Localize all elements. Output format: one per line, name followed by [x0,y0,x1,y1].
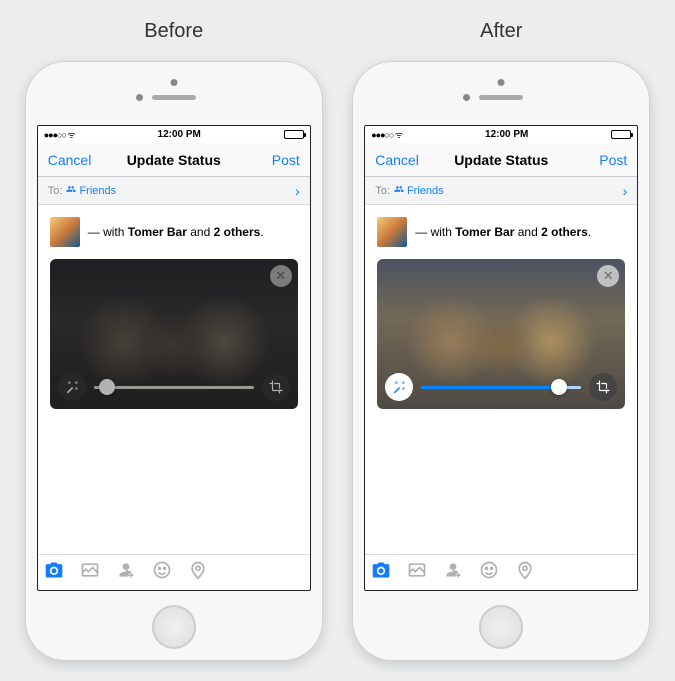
phone-camera-dot [498,79,505,86]
tag-text: — with Tomer Bar and 2 others. [415,225,591,239]
slider-thumb[interactable] [99,379,115,395]
after-column: After ●●●○○ ᯤ 12:00 PM Cancel Update Sta… [352,20,650,661]
signal-icon: ●●●○○ ᯤ [44,128,75,141]
close-icon: ✕ [603,268,614,284]
magic-enhance-button[interactable] [58,373,86,401]
audience-value: Friends [407,185,444,197]
crop-icon [269,380,283,394]
composer-area[interactable]: — with Tomer Bar and 2 others. ✕ [365,205,637,554]
enhance-slider[interactable] [421,386,581,389]
chevron-right-icon: › [295,183,300,199]
crop-button[interactable] [262,373,290,401]
slider-fill [421,386,559,389]
crop-icon [596,380,610,394]
status-time: 12:00 PM [158,129,201,140]
phone-speaker [152,95,196,100]
post-button[interactable]: Post [581,152,627,168]
remove-photo-button[interactable]: ✕ [270,265,292,287]
tag-text: — with Tomer Bar and 2 others. [88,225,264,239]
nav-bar: Cancel Update Status Post [365,143,637,177]
audience-value: Friends [79,185,116,197]
cancel-button[interactable]: Cancel [48,152,94,168]
phone-frame-after: ●●●○○ ᯤ 12:00 PM Cancel Update Status Po… [352,61,650,661]
composer-area[interactable]: — with Tomer Bar and 2 others. ✕ [38,205,310,554]
feeling-icon[interactable] [479,560,499,585]
photo-attachment[interactable]: ✕ [377,259,625,409]
location-icon[interactable] [515,560,535,585]
nav-bar: Cancel Update Status Post [38,143,310,177]
feeling-icon[interactable] [152,560,172,585]
slider-thumb[interactable] [551,379,567,395]
post-button[interactable]: Post [254,152,300,168]
friends-icon [66,184,76,197]
battery-icon [611,130,631,139]
signal-icon: ●●●○○ ᯤ [371,128,402,141]
to-label: To: [48,185,63,197]
audience-selector[interactable]: To: Friends › [38,177,310,205]
tag-people-icon[interactable] [116,560,136,585]
before-column: Before ●●●○○ ᯤ 12:00 PM Cancel Update St… [25,20,323,661]
photo-edit-controls [58,373,290,401]
magic-enhance-button[interactable] [385,373,413,401]
composer-header: — with Tomer Bar and 2 others. [50,217,298,247]
avatar [50,217,80,247]
enhance-slider[interactable] [94,386,254,389]
chevron-right-icon: › [623,183,628,199]
before-label: Before [144,20,203,43]
home-button[interactable] [152,605,196,649]
status-bar: ●●●○○ ᯤ 12:00 PM [38,126,310,143]
audience-selector[interactable]: To: Friends › [365,177,637,205]
nav-title: Update Status [454,152,548,168]
status-time: 12:00 PM [485,129,528,140]
to-label: To: [375,185,390,197]
camera-icon[interactable] [371,560,391,585]
cancel-button[interactable]: Cancel [375,152,421,168]
phone-camera-dot [170,79,177,86]
home-button[interactable] [479,605,523,649]
close-icon: ✕ [275,268,286,284]
tag-people-icon[interactable] [443,560,463,585]
photo-edit-controls [385,373,617,401]
phone-sensor-dot [463,94,470,101]
remove-photo-button[interactable]: ✕ [597,265,619,287]
comparison-container: Before ●●●○○ ᯤ 12:00 PM Cancel Update St… [0,0,675,681]
screen-after: ●●●○○ ᯤ 12:00 PM Cancel Update Status Po… [364,125,638,591]
location-icon[interactable] [188,560,208,585]
composer-toolbar [38,554,310,590]
album-icon[interactable] [80,560,100,585]
phone-frame-before: ●●●○○ ᯤ 12:00 PM Cancel Update Status Po… [25,61,323,661]
wand-icon [392,380,406,394]
status-bar: ●●●○○ ᯤ 12:00 PM [365,126,637,143]
composer-header: — with Tomer Bar and 2 others. [377,217,625,247]
after-label: After [480,20,522,43]
phone-sensor-dot [136,94,143,101]
wand-icon [65,380,79,394]
photo-attachment[interactable]: ✕ [50,259,298,409]
crop-button[interactable] [589,373,617,401]
nav-title: Update Status [127,152,221,168]
album-icon[interactable] [407,560,427,585]
friends-icon [394,184,404,197]
screen-before: ●●●○○ ᯤ 12:00 PM Cancel Update Status Po… [37,125,311,591]
composer-toolbar [365,554,637,590]
avatar [377,217,407,247]
camera-icon[interactable] [44,560,64,585]
phone-speaker [479,95,523,100]
battery-icon [284,130,304,139]
